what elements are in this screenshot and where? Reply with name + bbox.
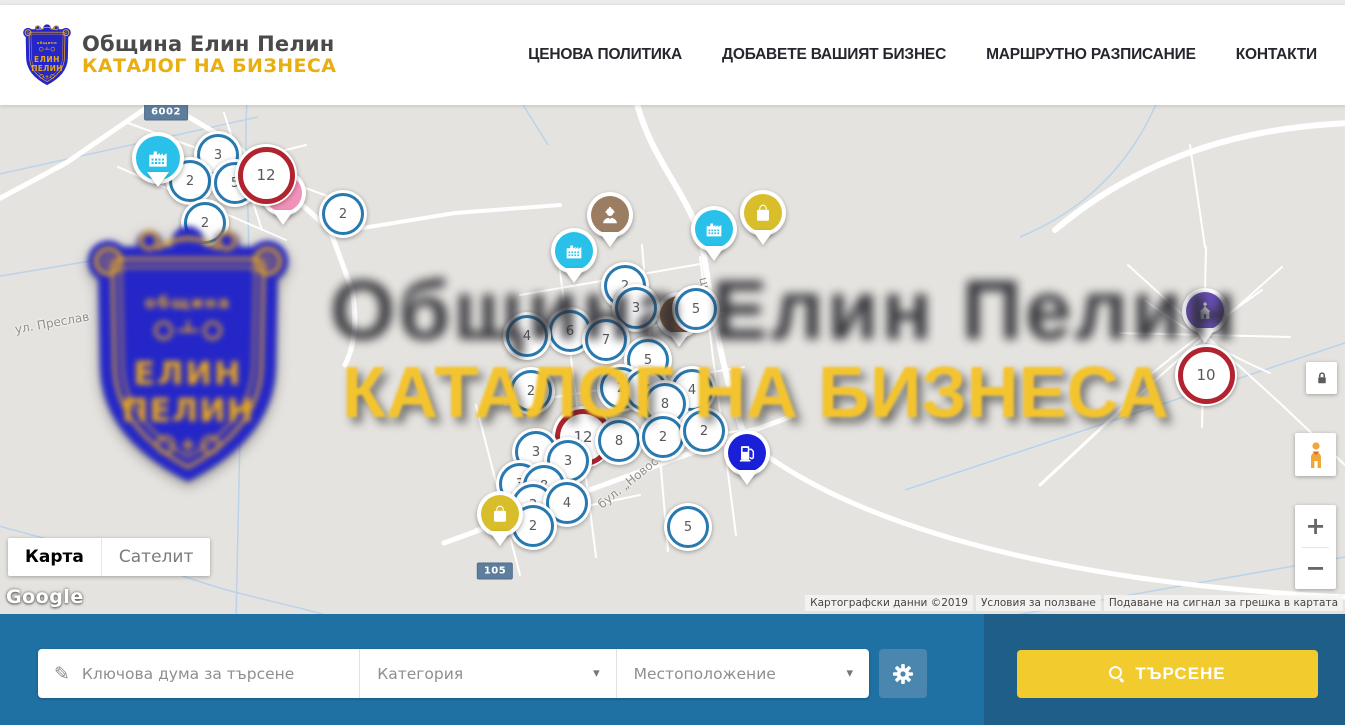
pencil-icon: ✎ — [54, 663, 70, 685]
search-button-label: ТЪРСЕНЕ — [1135, 664, 1225, 684]
zoom-out-button[interactable]: − — [1295, 548, 1336, 590]
search-button[interactable]: ТЪРСЕНЕ — [1017, 650, 1318, 698]
chevron-down-icon: ▾ — [593, 666, 600, 681]
location-dropdown-label: Местоположение — [634, 665, 847, 683]
cluster-marker[interactable]: 5 — [664, 503, 712, 551]
zoom-control: + − — [1295, 505, 1336, 589]
main-nav: ЦЕНОВА ПОЛИТИКА ДОБАВЕТЕ ВАШИЯТ БИЗНЕС МАР… — [528, 46, 1317, 64]
map-type-control: Карта Сателит — [8, 538, 210, 576]
zoom-in-button[interactable]: + — [1295, 505, 1336, 547]
map-type-map-button[interactable]: Карта — [8, 538, 101, 576]
category-dropdown-label: Категория — [377, 665, 593, 683]
shopping-pin[interactable] — [477, 491, 523, 537]
cluster-marker[interactable]: 4 — [503, 312, 551, 360]
svg-text:община: община — [37, 40, 58, 45]
nav-item[interactable]: КОНТАКТИ — [1236, 46, 1317, 64]
fuel-icon — [728, 434, 766, 472]
keyword-search-input[interactable] — [80, 664, 359, 684]
map-canvas[interactable]: 6002105ул. Преславбул. „Новоселцици32512… — [0, 105, 1345, 614]
settings-button[interactable] — [879, 649, 927, 698]
logo-title: Община Елин Пелин — [82, 32, 336, 56]
chevron-down-icon: ▾ — [846, 666, 853, 681]
category-dropdown[interactable]: Категория ▾ — [359, 649, 615, 698]
keyword-section: ✎ — [38, 649, 359, 698]
shopping-icon — [481, 495, 519, 533]
search-icon — [1109, 666, 1125, 682]
church-pin[interactable] — [1182, 288, 1228, 334]
cluster-marker[interactable]: 7 — [582, 316, 630, 364]
lock-button[interactable] — [1306, 362, 1337, 394]
cluster-marker[interactable]: 5 — [672, 285, 720, 333]
search-bar: ✎ Категория ▾ Местоположение ▾ ТЪРСЕНЕ — [0, 614, 1345, 725]
pegman-button[interactable] — [1295, 433, 1336, 476]
google-logo[interactable]: Google — [6, 586, 84, 608]
shopping-icon — [744, 194, 782, 232]
cluster-marker[interactable]: 2 — [319, 190, 367, 238]
map-type-satellite-button[interactable]: Сателит — [101, 538, 210, 576]
cluster-marker[interactable]: 12 — [235, 144, 297, 206]
svg-text:ЕЛИН: ЕЛИН — [34, 55, 60, 64]
svg-text:ПЕЛИН: ПЕЛИН — [31, 64, 62, 73]
map-attribution: Картографски данни ©2019Условия за ползв… — [805, 595, 1343, 611]
worker-pin[interactable] — [587, 192, 633, 238]
fuel-pin[interactable] — [724, 430, 770, 476]
search-input-group: ✎ Категория ▾ Местоположение ▾ — [38, 649, 869, 698]
cluster-marker[interactable]: 2 — [181, 199, 229, 247]
worker-icon — [591, 196, 629, 234]
gear-icon — [891, 662, 915, 686]
attribution-text: Картографски данни ©2019 — [805, 595, 973, 611]
pegman-icon — [1304, 441, 1328, 469]
header: община ЕЛИН ПЕЛИН Община Елин Пелин КАТА… — [0, 5, 1345, 105]
nav-item[interactable]: МАРШРУТНО РАЗПИСАНИЕ — [986, 46, 1196, 64]
nav-item[interactable]: ЦЕНОВА ПОЛИТИКА — [528, 46, 682, 64]
attribution-link[interactable]: Условия за ползване — [976, 595, 1101, 611]
cluster-marker[interactable]: 2 — [680, 407, 728, 455]
cluster-marker[interactable]: 2 — [507, 367, 555, 415]
location-dropdown[interactable]: Местоположение ▾ — [616, 649, 869, 698]
municipality-emblem-icon: община ЕЛИН ПЕЛИН — [22, 22, 72, 88]
factory-pin[interactable] — [132, 132, 184, 184]
logo-subtitle: КАТАЛОГ НА БИЗНЕСА — [82, 56, 336, 78]
factory-icon — [136, 136, 180, 180]
road-badge: 6002 — [144, 105, 188, 121]
church-icon — [1186, 292, 1224, 330]
lock-icon — [1313, 369, 1331, 387]
factory-icon — [695, 210, 733, 248]
nav-item[interactable]: ДОБАВЕТЕ ВАШИЯТ БИЗНЕС — [722, 46, 946, 64]
road-badge: 105 — [477, 563, 513, 580]
site-logo[interactable]: община ЕЛИН ПЕЛИН Община Елин Пелин КАТА… — [22, 22, 336, 88]
cluster-marker[interactable]: 8 — [595, 417, 643, 465]
shopping-pin[interactable] — [740, 190, 786, 236]
attribution-link[interactable]: Подаване на сигнал за грешка в картата — [1104, 595, 1343, 611]
factory-pin[interactable] — [691, 206, 737, 252]
